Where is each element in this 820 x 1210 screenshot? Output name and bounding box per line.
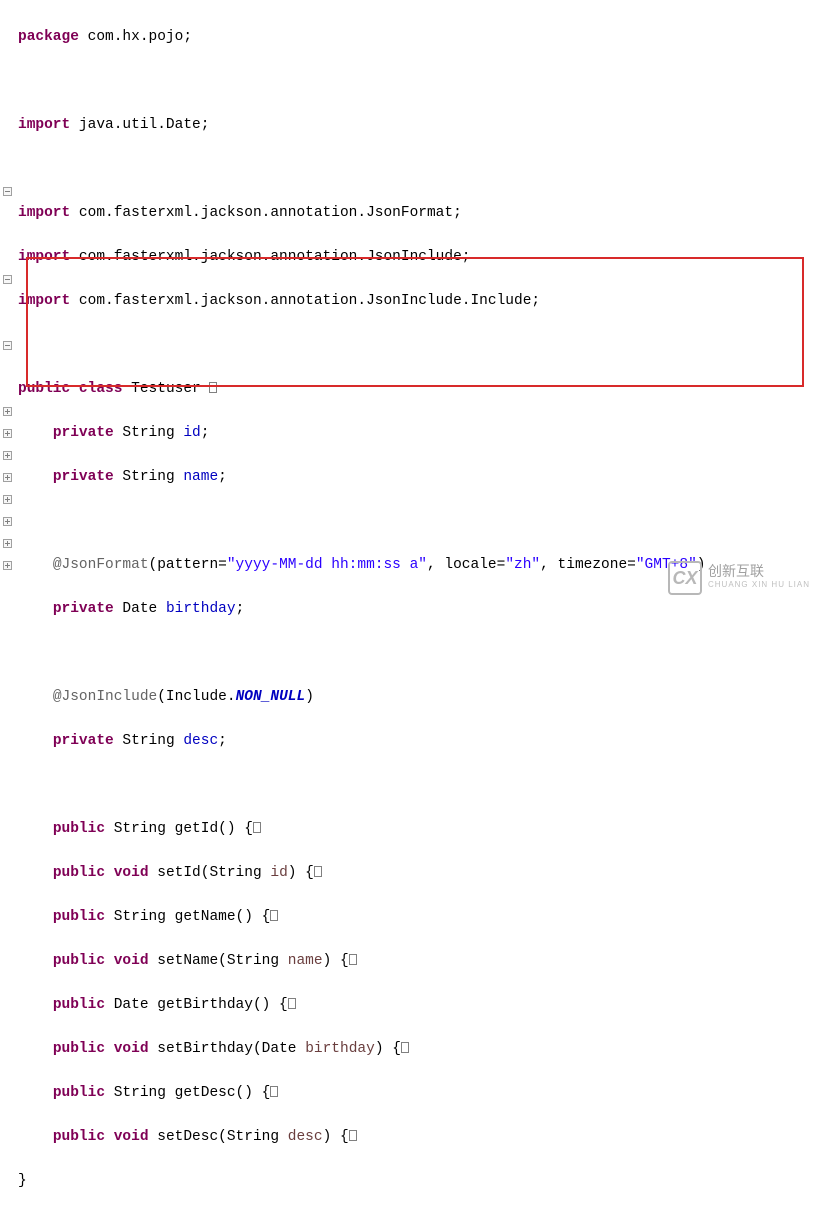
keyword: private xyxy=(53,733,114,749)
fold-icon[interactable] xyxy=(3,187,12,196)
keyword: public xyxy=(53,997,105,1013)
fold-box-icon xyxy=(270,1086,278,1097)
param: birthday xyxy=(305,1041,375,1057)
annotation: @JsonInclude xyxy=(53,689,157,705)
code-line: private String desc; xyxy=(18,730,820,752)
fold-icon[interactable] xyxy=(3,451,12,460)
keyword: private xyxy=(53,601,114,617)
keyword: public xyxy=(53,1085,105,1101)
fold-icon[interactable] xyxy=(3,407,12,416)
fold-icon[interactable] xyxy=(3,341,12,350)
fold-icon[interactable] xyxy=(3,517,12,526)
code-line: public class Testuser xyxy=(18,378,820,400)
code-line: import java.util.Date; xyxy=(18,114,820,136)
blank-line xyxy=(18,158,820,180)
code-line: public String getDesc() { xyxy=(18,1082,820,1104)
code-line: public String getName() { xyxy=(18,906,820,928)
keyword: import xyxy=(18,249,70,265)
code-line: private Date birthday; xyxy=(18,598,820,620)
fold-box-icon xyxy=(270,910,278,921)
keyword: private xyxy=(53,425,114,441)
fold-icon[interactable] xyxy=(3,539,12,548)
keyword: import xyxy=(18,205,70,221)
watermark-text: 创新互联 CHUANG XIN HU LIAN xyxy=(708,565,810,591)
code-line: } xyxy=(18,1170,820,1192)
field: id xyxy=(183,425,200,441)
string: "yyyy-MM-dd hh:mm:ss a" xyxy=(227,557,427,573)
code-line: import com.fasterxml.jackson.annotation.… xyxy=(18,246,820,268)
param: desc xyxy=(288,1129,323,1145)
code-line: import com.fasterxml.jackson.annotation.… xyxy=(18,202,820,224)
code-line: public void setDesc(String desc) { xyxy=(18,1126,820,1148)
watermark-logo-icon: CX xyxy=(668,561,702,595)
annotation: @JsonFormat xyxy=(53,557,149,573)
fold-box-icon xyxy=(401,1042,409,1053)
fold-box-icon xyxy=(349,954,357,965)
watermark: CX 创新互联 CHUANG XIN HU LIAN xyxy=(668,561,810,595)
param: id xyxy=(270,865,287,881)
fold-icon[interactable] xyxy=(3,275,12,284)
blank-line xyxy=(18,510,820,532)
keyword: public xyxy=(53,953,105,969)
code-line: public void setId(String id) { xyxy=(18,862,820,884)
code-line: @JsonInclude(Include.NON_NULL) xyxy=(18,686,820,708)
fold-box-icon xyxy=(209,382,217,393)
keyword: private xyxy=(53,469,114,485)
fold-box-icon xyxy=(314,866,322,877)
code-line: public String getId() { xyxy=(18,818,820,840)
code-line: package com.hx.pojo; xyxy=(18,26,820,48)
param: name xyxy=(288,953,323,969)
keyword: void xyxy=(114,1041,149,1057)
blank-line xyxy=(18,642,820,664)
fold-box-icon xyxy=(288,998,296,1009)
fold-icon[interactable] xyxy=(3,473,12,482)
keyword: public xyxy=(53,1129,105,1145)
keyword: void xyxy=(114,865,149,881)
keyword: public xyxy=(53,865,105,881)
gutter xyxy=(0,4,14,598)
blank-line xyxy=(18,334,820,356)
keyword: class xyxy=(79,381,123,397)
field: name xyxy=(183,469,218,485)
keyword: public xyxy=(53,1041,105,1057)
code-line: public Date getBirthday() { xyxy=(18,994,820,1016)
fold-box-icon xyxy=(253,822,261,833)
keyword: void xyxy=(114,953,149,969)
blank-line xyxy=(18,774,820,796)
keyword: public xyxy=(53,821,105,837)
fold-icon[interactable] xyxy=(3,561,12,570)
code-line: public void setBirthday(Date birthday) { xyxy=(18,1038,820,1060)
keyword: import xyxy=(18,117,70,133)
field: birthday xyxy=(166,601,236,617)
keyword: import xyxy=(18,293,70,309)
keyword: public xyxy=(18,381,70,397)
code-line: public void setName(String name) { xyxy=(18,950,820,972)
keyword: package xyxy=(18,29,79,45)
keyword: public xyxy=(53,909,105,925)
constant: NON_NULL xyxy=(236,689,306,705)
code-line: private String name; xyxy=(18,466,820,488)
fold-icon[interactable] xyxy=(3,495,12,504)
fold-box-icon xyxy=(349,1130,357,1141)
code-line: private String id; xyxy=(18,422,820,444)
fold-icon[interactable] xyxy=(3,429,12,438)
code-editor: package com.hx.pojo; import java.util.Da… xyxy=(0,0,820,1210)
blank-line xyxy=(18,70,820,92)
field: desc xyxy=(183,733,218,749)
keyword: void xyxy=(114,1129,149,1145)
string: "zh" xyxy=(505,557,540,573)
code-line: import com.fasterxml.jackson.annotation.… xyxy=(18,290,820,312)
